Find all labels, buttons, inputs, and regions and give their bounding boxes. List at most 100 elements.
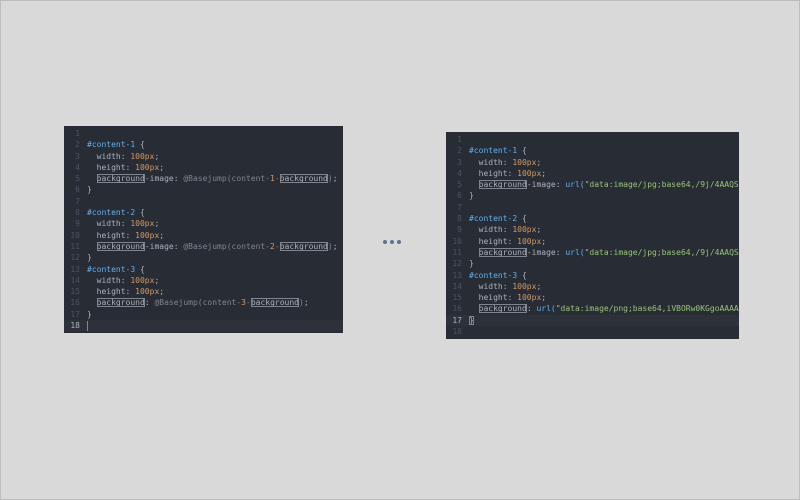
- code-token: width:: [469, 225, 513, 235]
- code-token: 100px: [512, 225, 537, 235]
- code-line[interactable]: 8 #content-2 {: [64, 207, 343, 218]
- code-text: }: [87, 309, 92, 320]
- code-line[interactable]: 2 #content-1 {: [446, 145, 739, 156]
- line-number: 17: [70, 309, 80, 319]
- code-line[interactable]: 1: [446, 134, 739, 145]
- code-token: 100px: [130, 275, 155, 285]
- code-line[interactable]: 11 background-image: @Basejump(content-2…: [64, 241, 343, 252]
- code-text: background-image: @Basejump(content-1-ba…: [87, 173, 338, 184]
- code-token: @Basejump(content-: [183, 174, 271, 184]
- code-line[interactable]: 16 background: url("data:image/png;base6…: [446, 303, 739, 314]
- text-cursor: [87, 320, 88, 331]
- code-text: width: 100px;: [469, 157, 542, 168]
- line-number: 4: [75, 162, 80, 172]
- line-number: 11: [70, 241, 80, 251]
- line-number: 15: [70, 287, 80, 297]
- bracket-match-highlight: background: [250, 298, 299, 308]
- line-number: 18: [452, 327, 462, 337]
- code-token: ;: [159, 287, 165, 297]
- code-token: height:: [87, 287, 136, 297]
- code-editor-after[interactable]: 1 2 #content-1 {3 width: 100px; 4 height: 1…: [446, 132, 739, 339]
- code-line[interactable]: 7: [64, 196, 343, 207]
- code-text: #content-1 {: [469, 145, 527, 156]
- code-token: 100px: [135, 230, 160, 240]
- code-line[interactable]: 3 width: 100px;: [446, 157, 739, 168]
- bracket-match-highlight: background: [478, 247, 527, 257]
- code-line[interactable]: 7: [446, 202, 739, 213]
- code-token: ;: [536, 281, 542, 291]
- code-text: background: @Basejump(content-3-backgrou…: [87, 297, 309, 308]
- line-number: 2: [75, 140, 80, 150]
- line-number: 3: [457, 157, 462, 167]
- code-line[interactable]: 10 height: 100px;: [64, 230, 343, 241]
- line-number: 16: [70, 298, 80, 308]
- code-line[interactable]: 2 #content-1 {: [64, 139, 343, 150]
- line-number: 14: [70, 275, 80, 285]
- code-token: :: [526, 304, 537, 314]
- line-number: 1: [75, 129, 80, 138]
- code-line[interactable]: 14 width: 100px;: [64, 275, 343, 286]
- code-token: ;: [332, 241, 338, 251]
- code-token: ;: [154, 219, 160, 229]
- code-line[interactable]: 6}: [446, 190, 739, 201]
- line-number: 6: [457, 191, 462, 201]
- code-editor-before[interactable]: 1 2 #content-1 {3 width: 100px; 4 height: 1…: [64, 126, 343, 333]
- code-line[interactable]: 5 background-image: url("data:image/jpg;…: [446, 179, 739, 190]
- code-line[interactable]: 12}: [446, 258, 739, 269]
- code-line[interactable]: 13 #content-3 {: [64, 264, 343, 275]
- code-token: 100px: [517, 293, 542, 303]
- code-token: 100px: [512, 157, 537, 167]
- code-line[interactable]: 8 #content-2 {: [446, 213, 739, 224]
- line-number: 7: [457, 202, 462, 212]
- code-line[interactable]: 13 #content-3 {: [446, 270, 739, 281]
- code-line[interactable]: 5 background-image: @Basejump(content-1-…: [64, 173, 343, 184]
- code-line[interactable]: 4 height: 100px;: [446, 168, 739, 179]
- line-number: 5: [75, 174, 80, 184]
- line-number: 11: [452, 247, 462, 257]
- code-line[interactable]: 3 width: 100px;: [64, 151, 343, 162]
- code-line[interactable]: 16 background: @Basejump(content-3-backg…: [64, 297, 343, 308]
- line-number: 13: [452, 270, 462, 280]
- code-text: background: url("data:image/png;base64,i…: [469, 303, 739, 314]
- bracket-match-highlight: background: [478, 180, 527, 190]
- code-line[interactable]: 12}: [64, 252, 343, 263]
- line-number: 9: [457, 225, 462, 235]
- code-line[interactable]: 18: [446, 326, 739, 337]
- code-token: width:: [469, 281, 513, 291]
- editor-lines: 1 2 #content-1 {3 width: 100px; 4 height: 1…: [446, 134, 739, 337]
- line-number: 7: [75, 196, 80, 206]
- bracket-match-highlight: background: [279, 241, 328, 251]
- code-line[interactable]: 17}: [446, 314, 739, 327]
- code-text: #content-2 {: [87, 207, 145, 218]
- code-line[interactable]: 18: [64, 320, 343, 332]
- code-token: url(: [565, 247, 585, 257]
- code-line[interactable]: 14 width: 100px;: [446, 281, 739, 292]
- code-line[interactable]: 4 height: 100px;: [64, 162, 343, 173]
- code-line[interactable]: 17}: [64, 309, 343, 320]
- code-line[interactable]: 15 height: 100px;: [64, 286, 343, 297]
- line-number: 10: [70, 230, 80, 240]
- dot: [383, 240, 387, 244]
- code-token: ;: [154, 275, 160, 285]
- code-line[interactable]: 15 height: 100px;: [446, 292, 739, 303]
- code-token: width:: [87, 151, 131, 161]
- code-line[interactable]: 1: [64, 128, 343, 139]
- code-token: 100px: [130, 151, 155, 161]
- code-line[interactable]: 10 height: 100px;: [446, 236, 739, 247]
- bracket-match-highlight: background: [96, 298, 145, 308]
- code-line[interactable]: 11 background-image: url("data:image/jpg…: [446, 247, 739, 258]
- code-line[interactable]: 6}: [64, 184, 343, 195]
- code-token: -image:: [526, 180, 566, 190]
- code-text: height: 100px;: [87, 230, 164, 241]
- code-token: height:: [469, 293, 518, 303]
- code-text: background-image: @Basejump(content-2-ba…: [87, 241, 338, 252]
- code-token: }: [87, 253, 92, 263]
- code-token: height:: [87, 162, 136, 172]
- code-line[interactable]: 9 width: 100px;: [446, 224, 739, 235]
- line-number: 4: [457, 168, 462, 178]
- code-token: }: [469, 191, 474, 201]
- code-line[interactable]: 9 width: 100px;: [64, 218, 343, 229]
- line-number: 16: [452, 304, 462, 314]
